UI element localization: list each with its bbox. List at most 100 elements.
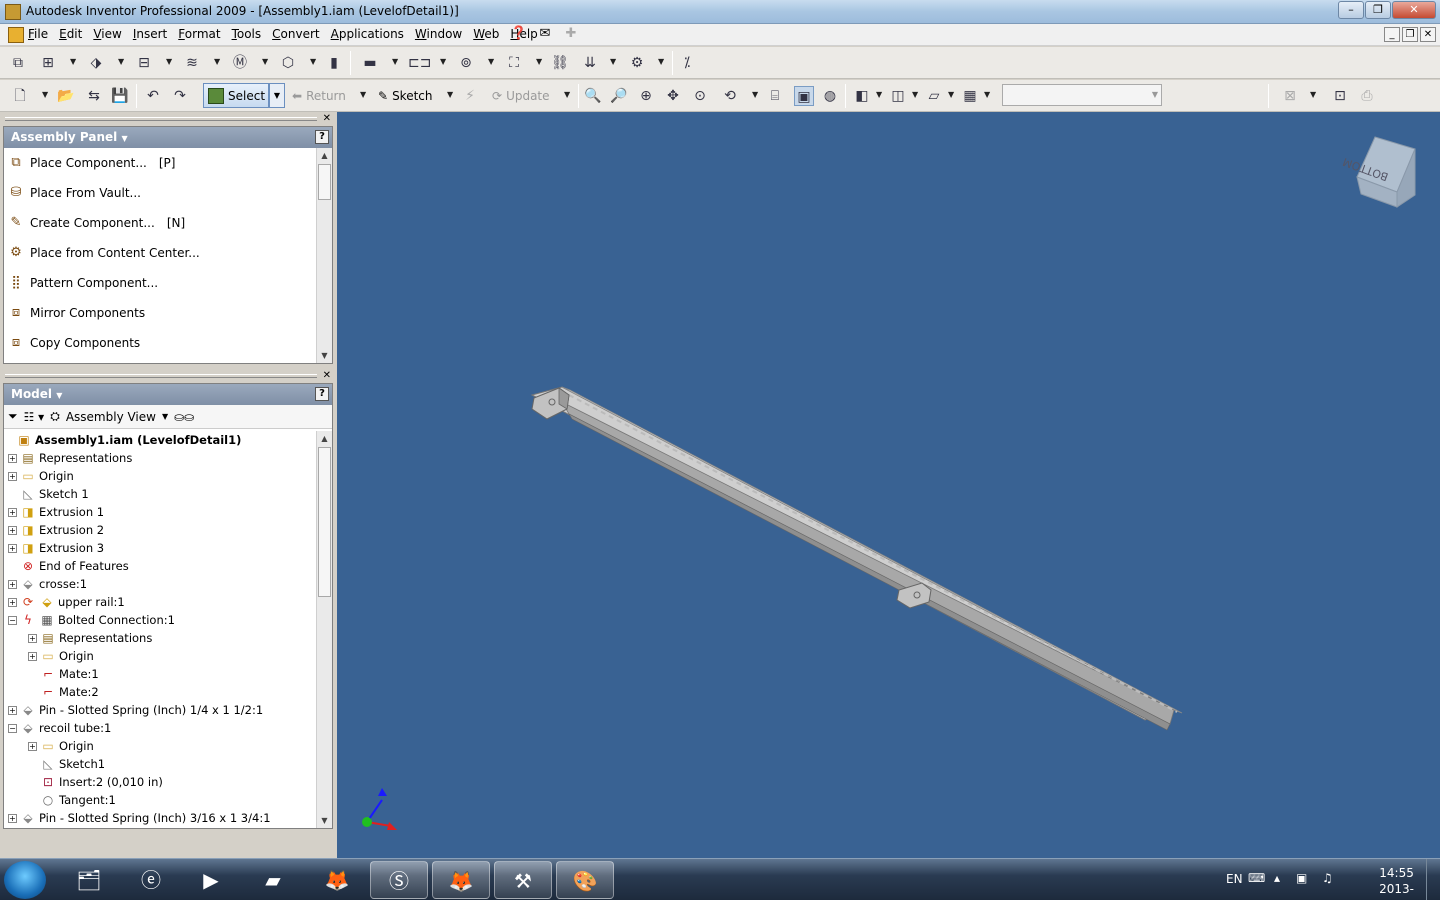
chevron-down-icon[interactable]: ▼ — [876, 90, 884, 99]
taskbar-explorer-icon[interactable]: 🗂 — [60, 861, 118, 899]
scroll-thumb[interactable] — [318, 447, 331, 597]
menu-tools[interactable]: Tools — [232, 27, 262, 41]
find-binoculars-icon[interactable]: ⛀⛀ — [174, 410, 194, 424]
chevron-down-icon[interactable]: ▼ — [658, 57, 666, 66]
place-content-center-command[interactable]: ⚙ Place from Content Center... — [4, 238, 316, 268]
view-cube-display-icon[interactable]: ◧ — [852, 86, 872, 106]
tree-node-sketch[interactable]: ◺ Sketch 1 — [4, 485, 316, 503]
expand-icon[interactable]: + — [28, 741, 37, 751]
select-dropdown[interactable]: ▼ — [269, 83, 285, 108]
menu-convert[interactable]: Convert — [272, 27, 319, 41]
scroll-up-icon[interactable]: ▲ — [317, 431, 332, 446]
tree-node-mate[interactable]: ⌐ Mate:1 — [4, 665, 316, 683]
expand-icon[interactable]: + — [8, 813, 17, 823]
assembly-view-icon[interactable]: ⛭ — [50, 409, 60, 424]
place-from-vault-command[interactable]: ⛁ Place From Vault... — [4, 178, 316, 208]
taskbar-firefox-window-icon[interactable]: 🦊 — [432, 861, 490, 899]
tree-node-insert-constraint[interactable]: ⊡ Insert:2 (0,010 in) — [4, 773, 316, 791]
chevron-down-icon[interactable]: ▼ — [447, 90, 455, 99]
menu-window[interactable]: Window — [415, 27, 462, 41]
help-topics-icon[interactable]: ❓ — [510, 26, 528, 44]
volume-icon[interactable]: ♫ — [1322, 871, 1333, 885]
taskbar-paint-icon[interactable]: 🎨 — [556, 861, 614, 899]
properties-icon[interactable]: ⊠ — [1280, 86, 1300, 106]
scroll-down-icon[interactable]: ▼ — [317, 813, 332, 828]
scroll-thumb[interactable] — [318, 164, 331, 200]
chevron-down-icon[interactable]: ▼ — [42, 90, 50, 99]
tree-node-representations[interactable]: + ▤ Representations — [4, 629, 316, 647]
taskbar-ie-icon[interactable]: ⓔ — [122, 861, 180, 899]
select-button[interactable]: Select — [203, 83, 269, 108]
expand-icon[interactable]: + — [8, 597, 17, 607]
clock[interactable]: 14:55 2013-06-17 — [1379, 865, 1414, 900]
section-icon[interactable]: ▮ — [324, 53, 344, 73]
tree-node-assembly-root[interactable]: ▣ Assembly1.iam (LevelofDetail1) — [4, 431, 316, 449]
chevron-down-icon[interactable]: ▼ — [948, 90, 956, 99]
taskbar-inventor-icon[interactable]: ⚒ — [494, 861, 552, 899]
network-icon[interactable]: ▣ — [1296, 871, 1307, 885]
model-graphics[interactable]: BOTTOM — [337, 112, 1440, 858]
tree-node-extrusion[interactable]: + ◨ Extrusion 2 — [4, 521, 316, 539]
expand-icon[interactable]: + — [8, 507, 17, 517]
tree-node-component[interactable]: + ⬙ crosse:1 — [4, 575, 316, 593]
zoom-window-icon[interactable]: 🔎 — [609, 86, 629, 106]
expand-icon[interactable]: + — [8, 453, 17, 463]
shaded-display-icon[interactable]: ▣ — [794, 86, 814, 106]
tree-node-sketch[interactable]: ◺ Sketch1 — [4, 755, 316, 773]
color-style-icon[interactable]: ▦ — [960, 86, 980, 106]
copy-components-command[interactable]: ⧈ Copy Components — [4, 328, 316, 358]
chevron-down-icon[interactable]: ▼ — [262, 57, 270, 66]
redo-icon[interactable]: ↷ — [170, 86, 190, 106]
model-browser-scrollbar[interactable]: ▲ ▼ — [316, 431, 332, 828]
tree-node-extrusion[interactable]: + ◨ Extrusion 1 — [4, 503, 316, 521]
mirror-components-command[interactable]: ⧈ Mirror Components — [4, 298, 316, 328]
close-button[interactable]: ✕ — [1392, 1, 1436, 19]
tree-node-component[interactable]: − ⬙ recoil tube:1 — [4, 719, 316, 737]
print-icon[interactable]: ⎙ — [1357, 86, 1377, 106]
weld-icon[interactable]: ⊚ — [456, 53, 476, 73]
chevron-down-icon[interactable]: ▼ — [166, 57, 174, 66]
expand-icon[interactable]: + — [8, 579, 17, 589]
panel-grip[interactable]: ✕ — [3, 370, 333, 382]
plus-icon[interactable]: ✚ — [562, 26, 580, 44]
start-button[interactable] — [4, 861, 46, 899]
language-indicator[interactable]: EN — [1226, 872, 1243, 886]
tree-node-origin[interactable]: + ▭ Origin — [4, 467, 316, 485]
chevron-down-icon[interactable]: ▼ — [564, 90, 572, 99]
chevron-down-icon[interactable]: ▼ — [752, 90, 760, 99]
minimize-button[interactable]: – — [1338, 1, 1364, 19]
save-icon[interactable]: 💾 — [110, 86, 130, 106]
tree-node-mate[interactable]: ⌐ Mate:2 — [4, 683, 316, 701]
chevron-down-icon[interactable]: ▼ — [984, 90, 992, 99]
undo-icon[interactable]: ↶ — [143, 86, 163, 106]
sketch-button[interactable]: ✎ Sketch — [378, 85, 433, 107]
menu-web[interactable]: Web — [473, 27, 499, 41]
update-button[interactable]: ⟳ Update — [492, 85, 550, 107]
doc-close-button[interactable]: ✕ — [1420, 27, 1436, 42]
chevron-down-icon[interactable]: ▼ — [392, 57, 400, 66]
restore-button[interactable]: ❐ — [1365, 1, 1391, 19]
camera-icon[interactable]: ◫ — [888, 86, 908, 106]
doc-restore-button[interactable]: ❐ — [1402, 27, 1418, 42]
chevron-down-icon[interactable]: ▼ — [56, 391, 62, 400]
zoom-icon[interactable]: ⊕ — [636, 86, 656, 106]
scroll-down-icon[interactable]: ▼ — [317, 348, 332, 363]
chevron-down-icon[interactable]: ▼ — [214, 57, 222, 66]
expand-icon[interactable]: + — [8, 525, 17, 535]
tray-expand-icon[interactable]: ▴ — [1274, 871, 1280, 885]
menu-format[interactable]: Format — [178, 27, 220, 41]
menu-file[interactable]: File — [28, 27, 48, 41]
open-icon[interactable]: 📂 — [56, 86, 76, 106]
rotate-component-icon[interactable]: ⬡ — [278, 53, 298, 73]
tree-node-component[interactable]: + ⬙ Pin - Slotted Spring (Inch) 3/16 x 1… — [4, 809, 316, 827]
close-icon[interactable]: ✕ — [323, 370, 331, 381]
create-component-icon[interactable]: ⊞ — [38, 53, 58, 73]
place-component-icon[interactable]: ⧉ — [8, 53, 28, 73]
chevron-down-icon[interactable]: ▼ — [118, 57, 126, 66]
menu-edit[interactable]: Edit — [59, 27, 82, 41]
hierarchy-icon[interactable]: ☷ ▾ — [24, 410, 45, 424]
pan-icon[interactable]: ✥ — [663, 86, 683, 106]
analyze-interference-icon[interactable]: ▬ — [360, 53, 380, 73]
tree-node-bolted-connection[interactable]: − ϟ ▦ Bolted Connection:1 — [4, 611, 316, 629]
parameters-icon[interactable]: ⁒ — [677, 53, 697, 73]
